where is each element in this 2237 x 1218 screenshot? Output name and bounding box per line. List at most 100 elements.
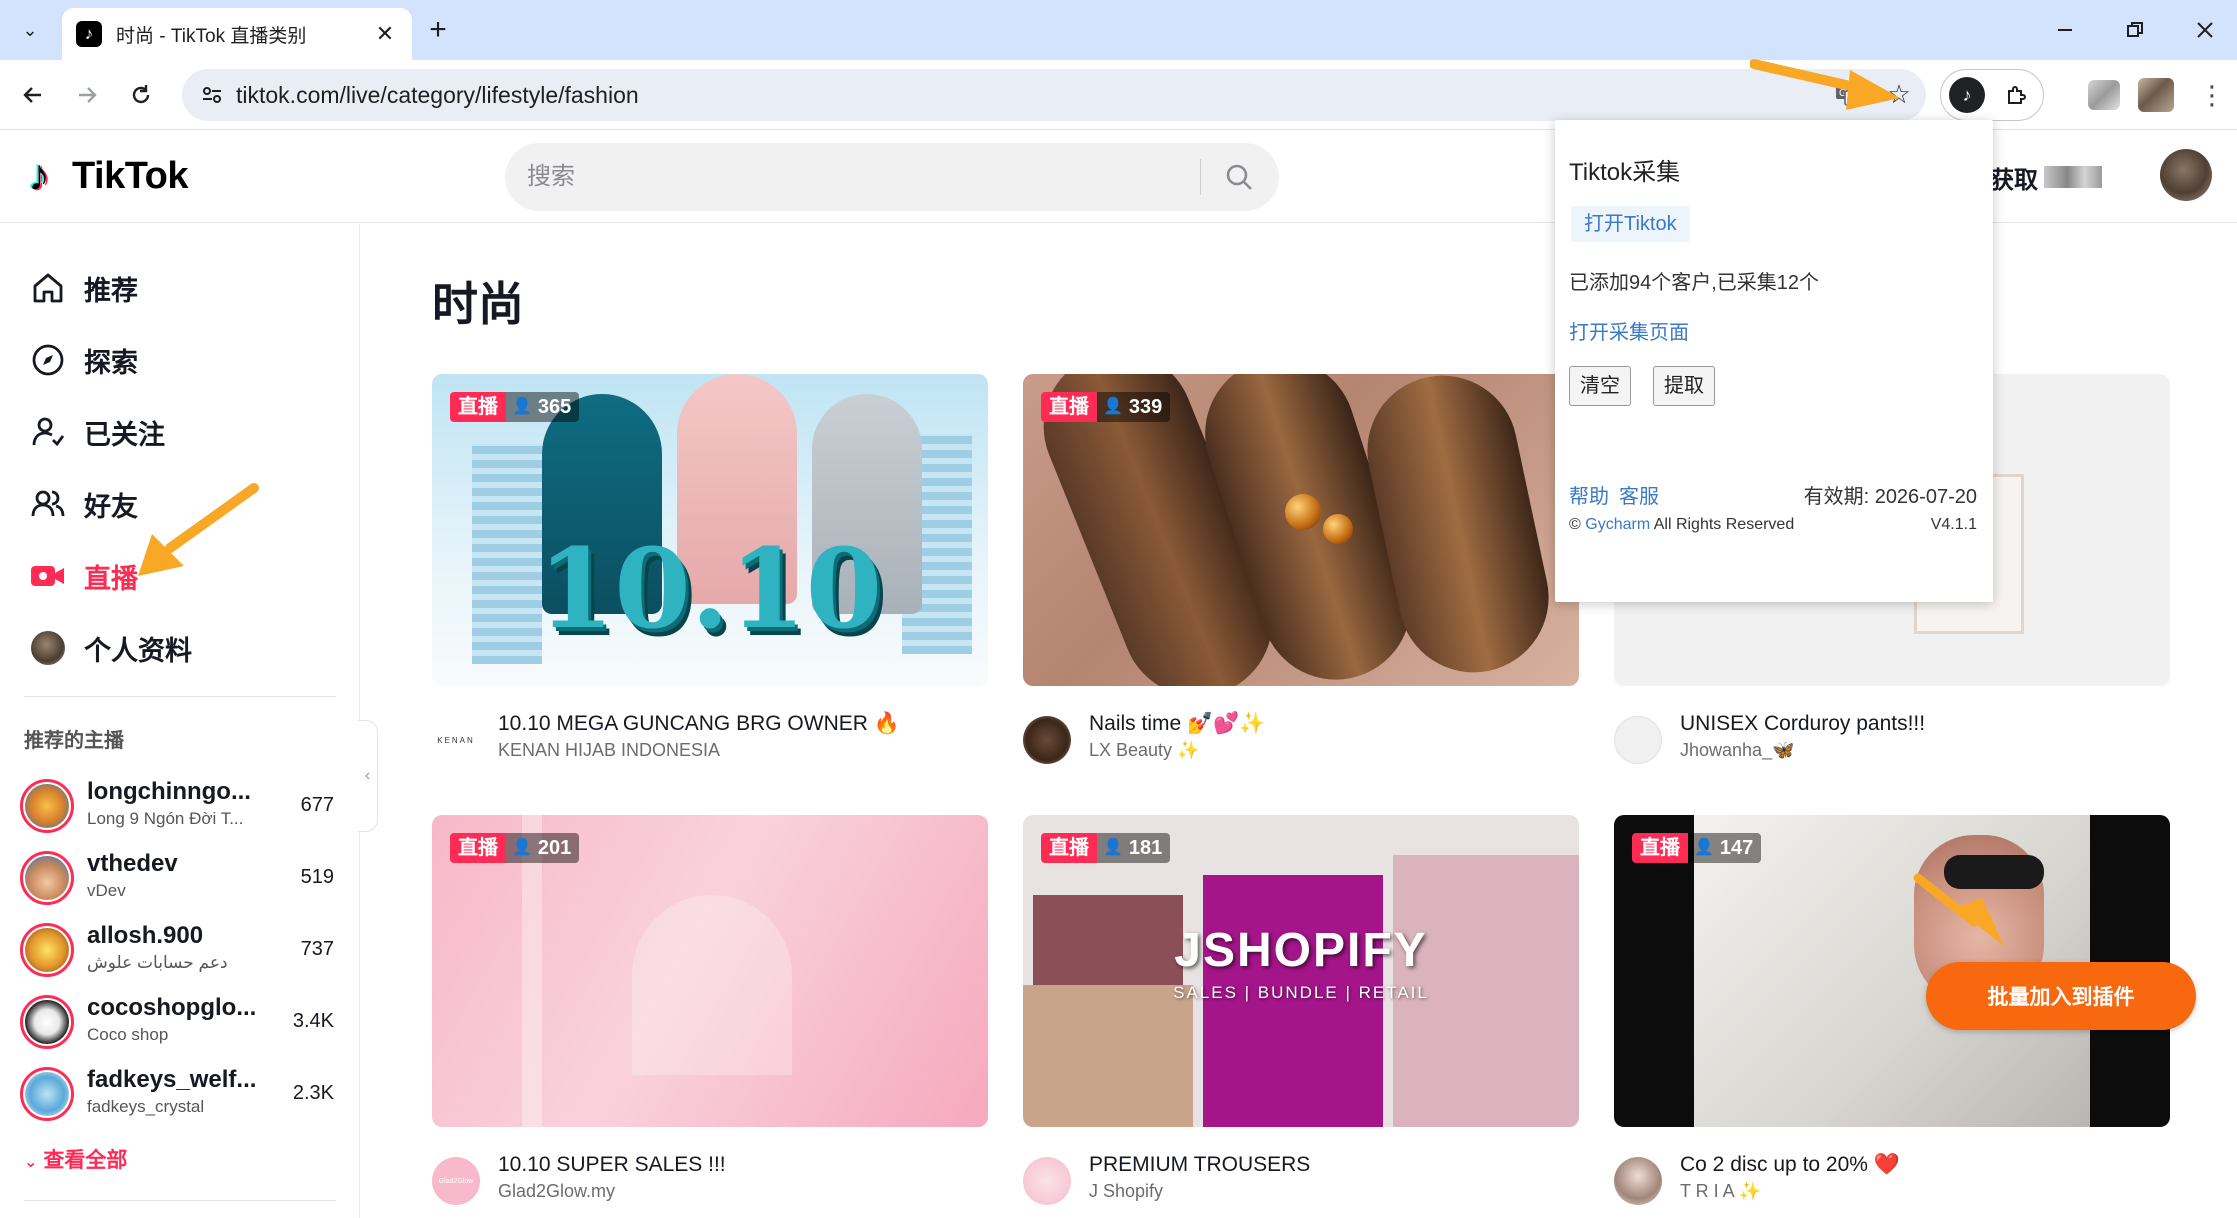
live-icon (28, 556, 68, 596)
card-meta: Glad2Glow 10.10 SUPER SALES !!! Glad2Glo… (432, 1151, 988, 1211)
avatar (20, 1067, 74, 1121)
browser-tab-active[interactable]: ♪ 时尚 - TikTok 直播类别 ✕ (62, 8, 412, 60)
extensions-group: ♪ (1940, 69, 2044, 121)
help-link[interactable]: 帮助 (1569, 486, 1609, 508)
card-subtitle[interactable]: LX Beauty ✨ (1089, 740, 1199, 761)
browser-menu-icon[interactable]: ⋮ (2199, 76, 2225, 114)
live-badge: 直播 👤 339 (1041, 392, 1171, 422)
open-tiktok-button[interactable]: 打开Tiktok (1571, 206, 1690, 242)
streamer-item[interactable]: cocoshopglo... Coco shop 3.4K (20, 990, 340, 1052)
blurred-extension-icon[interactable] (2088, 80, 2120, 110)
annotation-arrow-icon (1750, 59, 1900, 110)
sidebar-divider (24, 1200, 336, 1201)
see-all-link[interactable]: ⌄ 查看全部 (24, 1144, 127, 1174)
card-title[interactable]: PREMIUM TROUSERS (1089, 1153, 1310, 1177)
avatar[interactable]: Glad2Glow (432, 1157, 480, 1205)
clear-button[interactable]: 清空 (1569, 366, 1631, 406)
gycharm-link[interactable]: Gycharm (1585, 516, 1650, 533)
live-badge: 直播 👤 201 (450, 833, 580, 863)
room-deco (632, 895, 792, 1075)
profile-avatar (28, 628, 68, 668)
live-thumbnail[interactable]: JSHOPIFY SALES | BUNDLE | RETAIL 直播 👤 181 (1023, 815, 1579, 1127)
extract-button[interactable]: 提取 (1653, 366, 1715, 406)
card-title[interactable]: Co 2 disc up to 20% ❤️ (1680, 1153, 1900, 1177)
avatar[interactable] (1023, 716, 1071, 764)
viewer-count: 3.4K (292, 1010, 334, 1032)
sidebar-divider (24, 696, 336, 697)
profile-avatar-icon[interactable] (2138, 78, 2174, 112)
avatar[interactable] (1023, 1157, 1071, 1205)
card-title[interactable]: 10.10 MEGA GUNCANG BRG OWNER 🔥 (498, 712, 900, 736)
nav-item-following[interactable]: 已关注 (28, 408, 165, 456)
version-label: V4.1.1 (1930, 516, 1977, 533)
streamer-name: allosh.900 (87, 922, 204, 949)
user-avatar[interactable] (2160, 149, 2212, 201)
get-coins-button[interactable]: 获取 (1990, 157, 2102, 197)
logo-text: TikTok (72, 154, 188, 197)
tab-title: 时尚 - TikTok 直播类别 (116, 25, 307, 47)
sidebar-collapse-handle[interactable]: ‹ (358, 720, 378, 832)
tiktok-extension-icon[interactable]: ♪ (1949, 77, 1985, 113)
extension-popup: Tiktok采集 打开Tiktok 已添加94个客户,已采集12个 打开采集页面… (1555, 120, 1993, 602)
live-thumbnail[interactable]: 直播 👤 201 (432, 815, 988, 1127)
site-info-icon[interactable] (196, 79, 228, 111)
streamer-item[interactable]: fadkeys_welf... fadkeys_crystal 2.3K (20, 1062, 340, 1124)
person-icon: 👤 (1103, 398, 1123, 415)
streamer-sub: Coco shop (87, 1025, 169, 1044)
tiktok-note-icon: ♪ (28, 151, 50, 200)
see-all-label: 查看全部 (43, 1149, 128, 1172)
live-thumbnail[interactable]: 直播 👤 339 (1023, 374, 1579, 686)
nav-item-friends[interactable]: 好友 (28, 480, 138, 528)
live-tag: 直播 (450, 833, 506, 863)
streamer-item[interactable]: vthedev vDev 519 (20, 846, 340, 908)
streamer-item[interactable]: longchinngo... Long 9 Ngón Đời T... 677 (20, 774, 340, 836)
back-arrow-icon[interactable] (14, 76, 52, 114)
open-collect-page-link[interactable]: 打开采集页面 (1569, 316, 1689, 345)
card-subtitle[interactable]: J Shopify (1089, 1181, 1163, 1202)
home-icon (28, 268, 68, 308)
live-thumbnail[interactable]: 10.10 直播 👤 365 (432, 374, 988, 686)
card-title[interactable]: 10.10 SUPER SALES !!! (498, 1153, 726, 1177)
thumb-subline: SALES | BUNDLE | RETAIL (1173, 983, 1429, 1002)
tab-close-icon[interactable]: ✕ (372, 21, 398, 47)
url-text[interactable]: tiktok.com/live/category/lifestyle/fashi… (236, 82, 639, 109)
card-subtitle[interactable]: Jhowanha_🦋 (1680, 740, 1795, 761)
nav-label: 探索 (84, 347, 138, 378)
friends-icon (28, 484, 68, 524)
reload-icon[interactable] (122, 76, 160, 114)
new-tab-button[interactable]: + (420, 12, 456, 48)
annotation-arrow-icon (138, 483, 259, 576)
forward-arrow-icon[interactable] (68, 76, 106, 114)
card-subtitle[interactable]: Glad2Glow.my (498, 1181, 615, 1202)
close-window-button[interactable] (2180, 10, 2230, 50)
streamer-item[interactable]: allosh.900 دعم حسابات علوش 737 (20, 918, 340, 980)
nav-item-live[interactable]: 直播 (28, 552, 138, 600)
tab-search-chevron-icon[interactable]: ⌄ (12, 12, 48, 48)
avatar (20, 995, 74, 1049)
card-subtitle[interactable]: T R I A ✨ (1680, 1181, 1761, 1202)
search-icon[interactable] (1211, 151, 1267, 203)
restore-button[interactable] (2110, 10, 2160, 50)
nav-item-profile[interactable]: 个人资料 (28, 624, 192, 672)
live-badge: 直播 👤 147 (1632, 833, 1762, 863)
tiktok-logo[interactable]: ♪ TikTok (28, 153, 188, 199)
card-subtitle[interactable]: KENAN HIJAB INDONESIA (498, 740, 720, 761)
nav-item-recommended[interactable]: 推荐 (28, 264, 138, 312)
avatar[interactable] (1614, 716, 1662, 764)
avatar[interactable] (1614, 1157, 1662, 1205)
viewer-count: 2.3K (292, 1082, 334, 1104)
streamer-name: fadkeys_welf... (87, 1066, 257, 1093)
batch-add-button[interactable]: 批量加入到插件 (1926, 962, 2196, 1030)
card-meta: KENAN 10.10 MEGA GUNCANG BRG OWNER 🔥 KEN… (432, 710, 988, 770)
viewer-tag: 👤 365 (506, 392, 580, 422)
person-icon: 👤 (512, 398, 532, 415)
card-title[interactable]: UNISEX Corduroy pants!!! (1680, 712, 1925, 736)
avatar[interactable]: KENAN (432, 716, 480, 764)
search-input[interactable] (527, 143, 1177, 211)
support-link[interactable]: 客服 (1619, 486, 1659, 508)
card-title[interactable]: Nails time 💅💕✨ (1089, 712, 1265, 736)
extensions-puzzle-icon[interactable] (1999, 77, 2035, 113)
address-bar[interactable]: tiktok.com/live/category/lifestyle/fashi… (182, 69, 1926, 121)
nav-item-explore[interactable]: 探索 (28, 336, 138, 384)
minimize-button[interactable] (2040, 10, 2090, 50)
